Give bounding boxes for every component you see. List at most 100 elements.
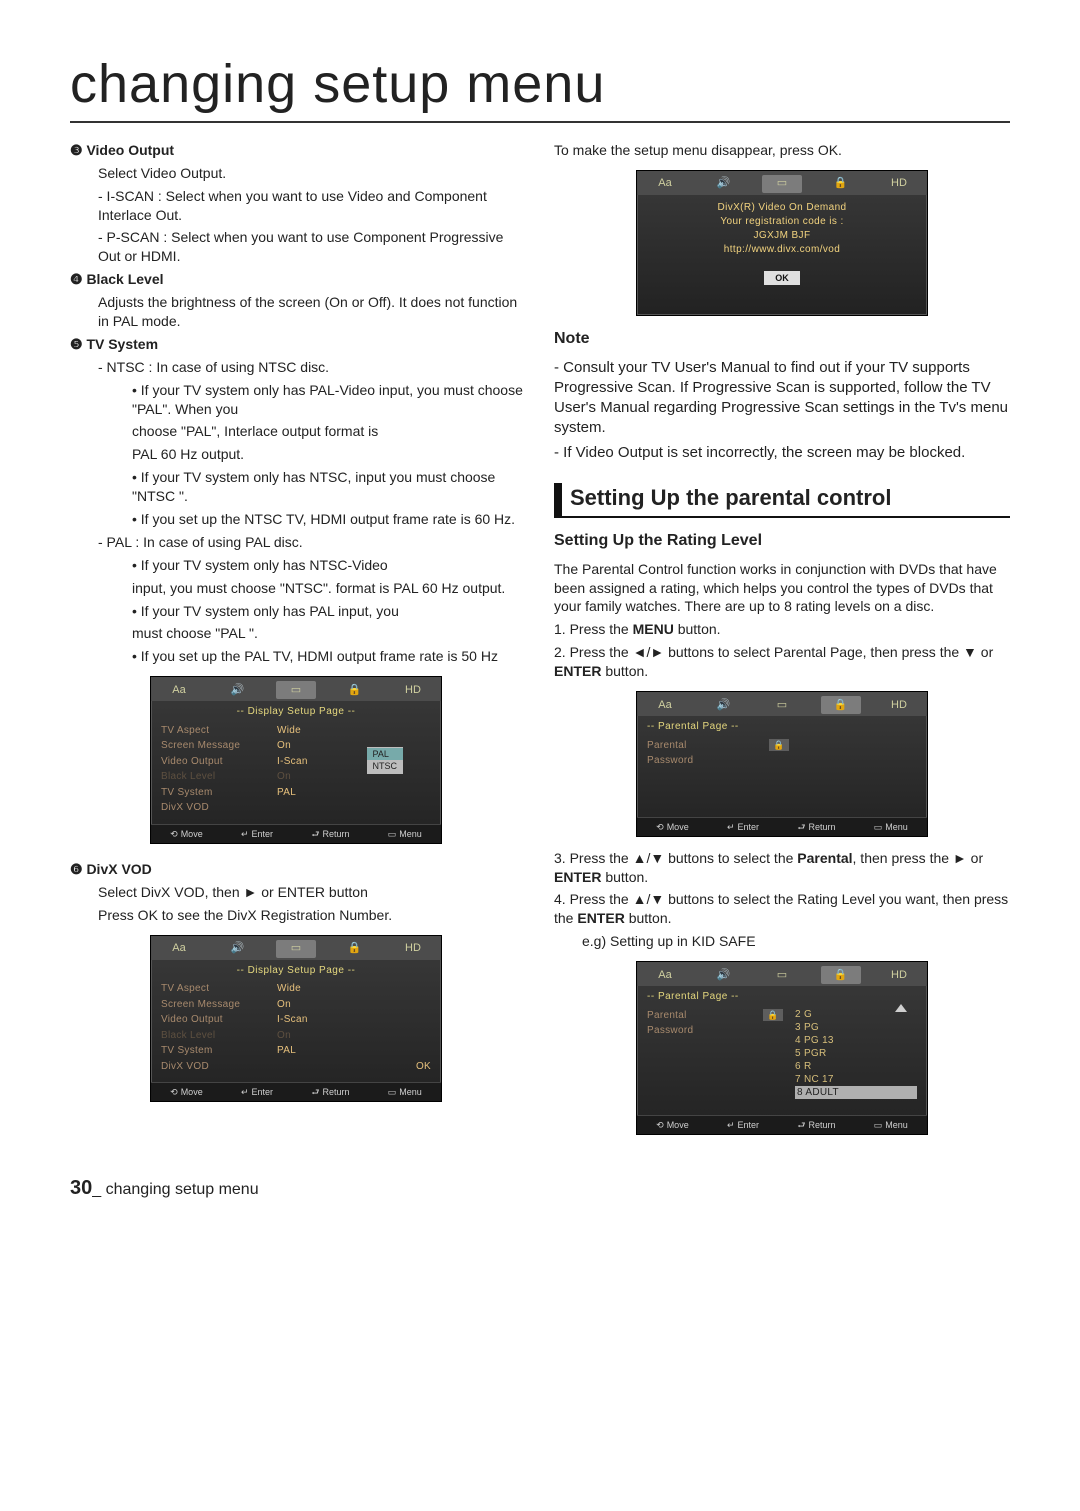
lock-icon: 🔒 — [763, 1009, 783, 1021]
osd-row: Password — [647, 1023, 783, 1039]
move-icon: ⟲ — [656, 821, 664, 833]
enter-icon: ↵ — [241, 828, 249, 840]
osd-parental-page: Aa 🔊 ▭ 🔒 HD -- Parental Page -- Parental… — [636, 691, 928, 837]
tab-display-icon: ▭ — [276, 940, 316, 958]
tab-audio-icon: 🔊 — [218, 681, 258, 699]
rating-item: 6 R — [795, 1060, 917, 1073]
left-column: ❸ Video Output Select Video Output. - I-… — [70, 141, 526, 1147]
osd-row-value: On — [277, 739, 291, 753]
osd-row-action: OK — [416, 1060, 431, 1074]
osd-footer-bar: ⟲Move ↵Enter ⮐Return ▭Menu — [637, 817, 927, 836]
osd-title: -- Parental Page -- — [637, 986, 927, 1008]
text: choose "PAL", Interlace output format is — [70, 422, 526, 441]
tab-hd-icon: HD — [879, 966, 919, 984]
osd-dropdown-item: NTSC — [367, 760, 404, 772]
osd-row: Black Level On — [161, 1028, 431, 1044]
page-number: 30 — [70, 1177, 92, 1199]
osd-row: TV Aspect Wide — [161, 981, 431, 997]
text: • If you set up the PAL TV, HDMI output … — [70, 647, 526, 666]
rating-list: 2 G3 PG4 PG 135 PGR6 R7 NC 178 ADULT — [783, 1008, 917, 1099]
text: • If you set up the NTSC TV, HDMI output… — [70, 510, 526, 529]
osd-display-setup-2: Aa 🔊 ▭ 🔒 HD -- Display Setup Page -- TV … — [150, 935, 442, 1103]
osd-body: TV AspectWideScreen MessageOnVideo Outpu… — [151, 981, 441, 1082]
enter-icon: ↵ — [241, 1086, 249, 1098]
rating-item: 4 PG 13 — [795, 1034, 917, 1047]
text: input, you must choose "NTSC". format is… — [70, 579, 526, 598]
tab-lock-icon: 🔒 — [335, 940, 375, 958]
osd-row-label: Parental — [647, 1009, 757, 1023]
page-title: changing setup menu — [70, 48, 1010, 123]
osd-row-label: Screen Message — [161, 739, 271, 753]
text: must choose "PAL ". — [70, 624, 526, 643]
subsection-rating-level: Setting Up the Rating Level — [554, 530, 1010, 552]
text: • If your TV system only has NTSC, input… — [70, 468, 526, 506]
osd-row: TV SystemPAL — [161, 1043, 431, 1059]
osd-dropdown: PALNTSC — [367, 747, 404, 773]
osd-row: TV System PAL — [161, 785, 431, 801]
osd-row: DivX VOD OK — [161, 1059, 431, 1075]
osd-row-label: TV System — [161, 1044, 271, 1058]
osd-row-label: Black Level — [161, 1029, 271, 1043]
tab-audio-icon: 🔊 — [704, 696, 744, 714]
tab-lock-icon: 🔒 — [335, 681, 375, 699]
tab-hd-icon: HD — [393, 940, 433, 958]
osd-row-value: On — [277, 770, 291, 784]
osd-footer-bar: ⟲Move ↵Enter ⮐Return ▭Menu — [637, 1115, 927, 1134]
step-4: 4. Press the ▲/▼ buttons to select the R… — [554, 890, 1010, 928]
osd-title: -- Display Setup Page -- — [151, 701, 441, 723]
black-level-label: ❹ Black Level — [70, 271, 164, 287]
return-icon: ⮐ — [311, 828, 319, 840]
osd-row-value: Wide — [277, 982, 301, 996]
osd-row-value: Wide — [277, 724, 301, 738]
text: - P-SCAN : Select when you want to use C… — [70, 228, 526, 266]
tab-language-icon: Aa — [645, 696, 685, 714]
menu-icon: ▭ — [874, 821, 883, 833]
osd-row-label: DivX VOD — [161, 801, 271, 815]
menu-icon: ▭ — [874, 1119, 883, 1131]
osd-row-label: Parental — [647, 739, 757, 753]
tab-hd-icon: HD — [879, 175, 919, 193]
tab-audio-icon: 🔊 — [218, 940, 258, 958]
menu-icon: ▭ — [388, 828, 397, 840]
osd-parental-ratings: Aa 🔊 ▭ 🔒 HD -- Parental Page -- Parental… — [636, 961, 928, 1135]
tab-language-icon: Aa — [159, 681, 199, 699]
osd-row-value: PAL — [277, 786, 296, 800]
text: PAL 60 Hz output. — [70, 445, 526, 464]
text: - If Video Output is set incorrectly, th… — [554, 443, 1010, 463]
enter-icon: ↵ — [727, 1119, 735, 1131]
return-icon: ⮐ — [797, 821, 805, 833]
osd-row-label: DivX VOD — [161, 1060, 271, 1074]
osd-footer-bar: ⟲Move ↵Enter ⮐Return ▭Menu — [151, 1082, 441, 1101]
right-column: To make the setup menu disappear, press … — [554, 141, 1010, 1147]
osd-row-label: TV System — [161, 786, 271, 800]
osd-title: -- Parental Page -- — [637, 716, 927, 738]
tab-audio-icon: 🔊 — [704, 966, 744, 984]
text: - Consult your TV User's Manual to find … — [554, 358, 1010, 439]
return-icon: ⮐ — [311, 1086, 319, 1098]
osd-row-value: I-Scan — [277, 1013, 308, 1027]
osd-row-value: On — [277, 998, 291, 1012]
osd-row-label: Video Output — [161, 1013, 271, 1027]
rating-item: 5 PGR — [795, 1047, 917, 1060]
page-footer: 30_ changing setup menu — [70, 1175, 1010, 1202]
menu-icon: ▭ — [388, 1086, 397, 1098]
return-icon: ⮐ — [797, 1119, 805, 1131]
osd-row-label: TV Aspect — [161, 982, 271, 996]
osd-row-label: TV Aspect — [161, 724, 271, 738]
osd-display-setup-1: Aa 🔊 ▭ 🔒 HD -- Display Setup Page -- TV … — [150, 676, 442, 844]
osd-row-label: Password — [647, 754, 757, 768]
osd-row-label: Password — [647, 1024, 757, 1038]
tab-display-icon: ▭ — [762, 966, 802, 984]
osd-row-value: On — [277, 1029, 291, 1043]
text: - PAL : In case of using PAL disc. — [70, 533, 526, 552]
text: Adjusts the brightness of the screen (On… — [70, 293, 526, 331]
tab-lock-icon: 🔒 — [821, 696, 861, 714]
tab-hd-icon: HD — [879, 696, 919, 714]
osd-row-value: I-Scan — [277, 755, 308, 769]
step-1: 1. Press the MENU button. — [554, 620, 1010, 639]
text: Select Video Output. — [70, 164, 526, 183]
osd-row: Parental🔒 — [647, 738, 917, 754]
step-4-example: e.g) Setting up in KID SAFE — [554, 932, 1010, 951]
tab-audio-icon: 🔊 — [704, 175, 744, 193]
osd-dropdown-item: PAL — [367, 748, 404, 760]
